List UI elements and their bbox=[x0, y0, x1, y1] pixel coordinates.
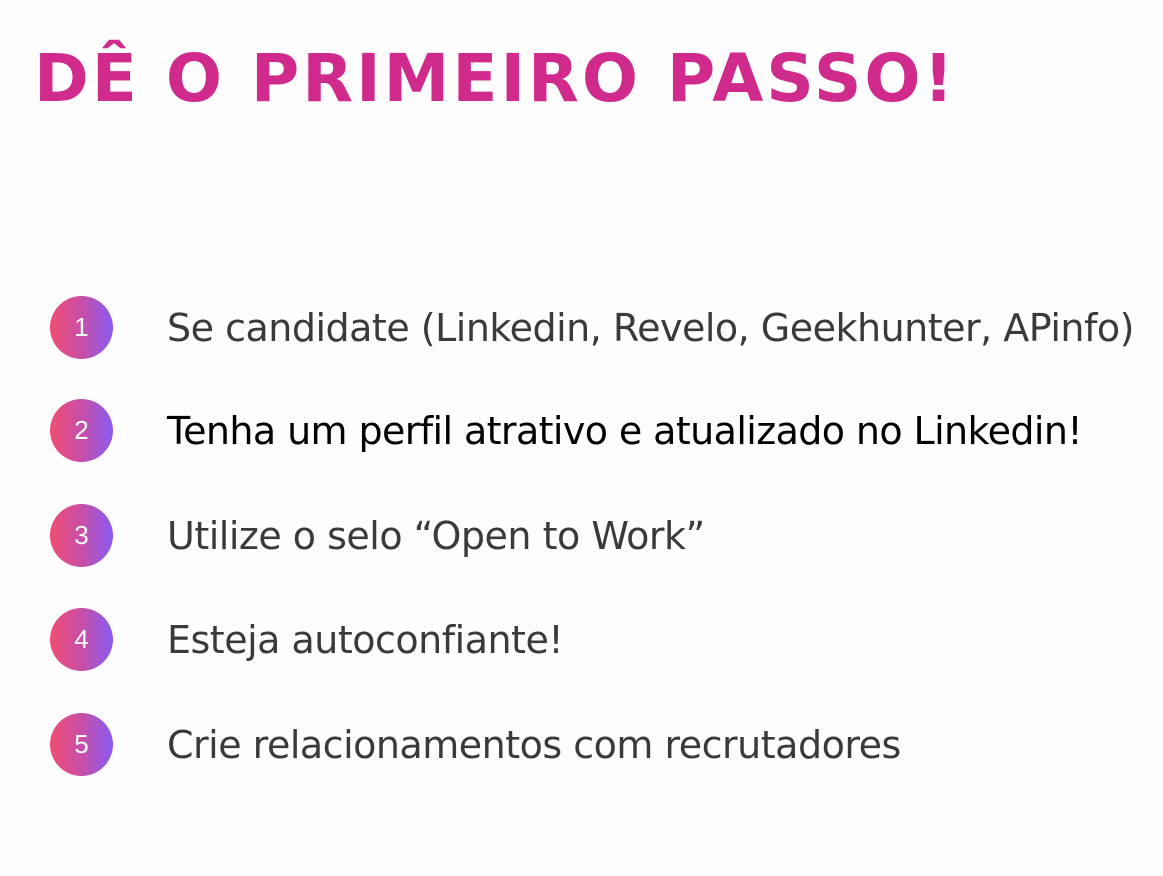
step-text: Crie relacionamentos com recrutadores bbox=[167, 723, 901, 767]
list-item-step-3: 3 Utilize o selo “Open to Work” bbox=[50, 504, 1150, 568]
steps-list: 1 Se candidate (Linkedin, Revelo, Geekhu… bbox=[0, 0, 1163, 876]
list-item-step-2: 2 Tenha um perfil atrativo e atualizado … bbox=[50, 399, 1150, 463]
step-text: Se candidate (Linkedin, Revelo, Geekhunt… bbox=[167, 306, 1134, 350]
step-number-badge: 2 bbox=[50, 399, 113, 462]
list-item-step-5: 5 Crie relacionamentos com recrutadores bbox=[50, 713, 1150, 777]
step-text: Utilize o selo “Open to Work” bbox=[167, 514, 705, 558]
list-item-step-1: 1 Se candidate (Linkedin, Revelo, Geekhu… bbox=[50, 296, 1150, 360]
list-item-step-4: 4 Esteja autoconfiante! bbox=[50, 608, 1150, 672]
slide: DÊ O PRIMEIRO PASSO! 1 Se candidate (Lin… bbox=[0, 0, 1163, 876]
step-number-badge: 3 bbox=[50, 504, 113, 567]
step-number-badge: 4 bbox=[50, 608, 113, 671]
step-text: Esteja autoconfiante! bbox=[167, 618, 564, 662]
step-number-badge: 5 bbox=[50, 713, 113, 776]
step-text-highlighted: Tenha um perfil atrativo e atualizado no… bbox=[167, 409, 1083, 453]
step-number-badge: 1 bbox=[50, 296, 113, 359]
